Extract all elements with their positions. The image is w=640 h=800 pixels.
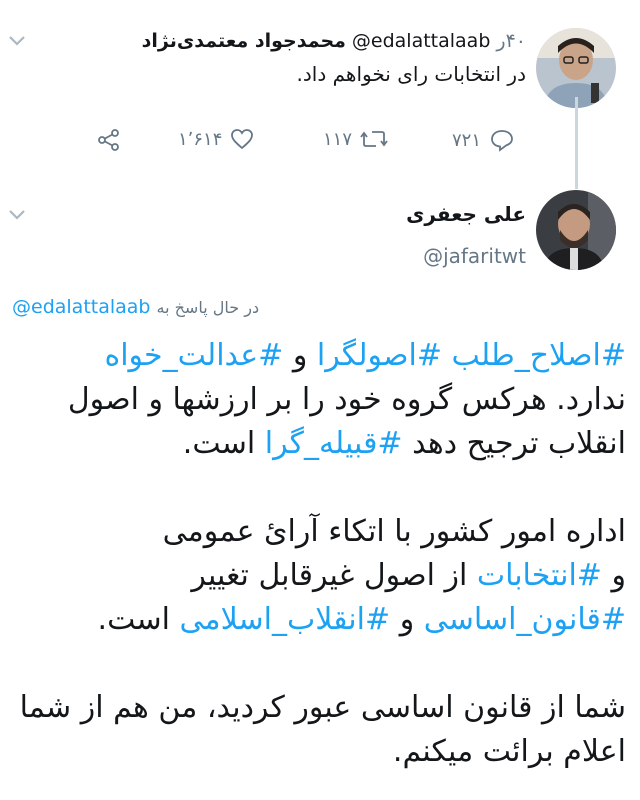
reply-count: ۷۲۱	[452, 129, 482, 151]
tweet-line: اداره امور کشور با اتکاء آرائ عمومی	[162, 514, 626, 549]
tweet-header: محمدجواد معتمدی‌نژاد @edalattalaab ۴۰ر	[142, 30, 526, 52]
tweet-line: شما از قانون اساسی عبور کردید، من هم از …	[19, 690, 626, 725]
hashtag-link[interactable]: #انتخابات	[477, 558, 602, 593]
hashtag-link[interactable]: #انقلاب_اسلامی	[180, 602, 391, 637]
line-text: است.	[182, 426, 256, 461]
author-name[interactable]: علی جعفری	[406, 202, 526, 226]
reply-prefix: در حال پاسخ به	[156, 298, 260, 317]
thread-line	[575, 97, 578, 189]
line-text: از اصول غیرقابل تغییر	[191, 558, 468, 593]
line-text: انقلاب ترجیح دهد	[412, 426, 626, 461]
hashtag-link[interactable]: #قانون_اساسی	[424, 602, 626, 637]
tweet-line: انقلاب ترجیح دهد #قبیله_گرا است.	[6, 422, 626, 466]
tweet-text: در انتخابات رای نخواهم داد.	[296, 62, 526, 86]
hashtag-link[interactable]: #اصولگرا	[317, 338, 442, 373]
tweet-line: #اصلاح_طلب #اصولگرا و #عدالت_خواه	[6, 334, 627, 378]
like-button[interactable]: ۱٬۶۱۴	[178, 128, 254, 150]
conjunction: و	[399, 602, 415, 637]
tweet-line: ندارد. هرکس گروه خود را بر ارزشها و اصول	[67, 382, 626, 417]
hashtag-link[interactable]: #قبیله_گرا	[265, 426, 403, 461]
author-name[interactable]: محمدجواد معتمدی‌نژاد	[142, 30, 346, 52]
reply-mention-link[interactable]: @edalattalaab	[12, 296, 150, 318]
avatar[interactable]	[536, 190, 616, 270]
author-handle[interactable]: @jafaritwt	[423, 244, 526, 268]
chevron-down-icon[interactable]	[8, 204, 26, 226]
tweet-body: #اصلاح_طلب #اصولگرا و #عدالت_خواه ندارد.…	[6, 334, 626, 774]
hashtag-link[interactable]: #عدالت_خواه	[105, 338, 284, 373]
hashtag-link[interactable]: #اصلاح_طلب	[452, 338, 626, 373]
line-text: است.	[97, 602, 170, 637]
reply-icon	[489, 128, 515, 152]
tweet-line: #قانون_اساسی و #انقلاب_اسلامی است.	[6, 598, 626, 642]
retweet-button[interactable]: ۱۱۷	[323, 128, 388, 150]
tweet-time[interactable]: ۴۰ر	[496, 30, 526, 52]
avatar[interactable]	[536, 28, 616, 108]
heart-icon	[230, 128, 254, 150]
conjunction: و	[292, 338, 308, 373]
share-icon[interactable]	[97, 128, 121, 156]
author-handle[interactable]: @edalattalaab	[352, 30, 490, 52]
chevron-down-icon[interactable]	[8, 30, 26, 52]
tweet-line: اعلام برائت میکنم.	[392, 734, 626, 769]
tweet-line: و #انتخابات از اصول غیرقابل تغییر	[6, 554, 626, 598]
retweet-icon	[360, 128, 388, 150]
retweet-count: ۱۱۷	[323, 128, 353, 150]
reply-context: @edalattalaab در حال پاسخ به	[12, 296, 259, 318]
like-count: ۱٬۶۱۴	[178, 128, 223, 150]
conjunction: و	[611, 558, 627, 593]
reply-button[interactable]: ۷۲۱	[452, 128, 515, 152]
